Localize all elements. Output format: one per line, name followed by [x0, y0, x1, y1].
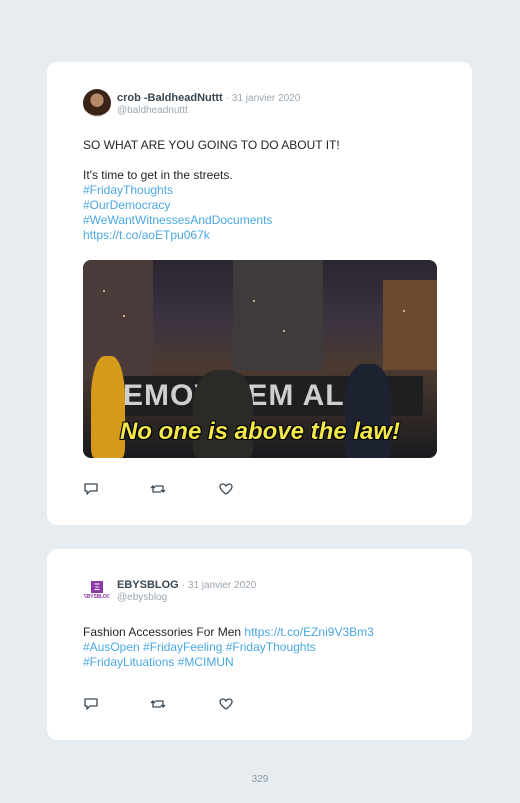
retweet-icon[interactable]	[150, 482, 166, 496]
media-caption: No one is above the law!	[119, 418, 401, 445]
author-name[interactable]: crob -BaldheadNuttt	[117, 92, 223, 104]
hashtag-link[interactable]: #FridayThoughts	[83, 183, 173, 198]
window-light	[403, 310, 405, 312]
tweet-actions	[83, 482, 243, 496]
window-light	[103, 290, 105, 292]
building	[233, 260, 323, 370]
page-number: 329	[251, 774, 269, 785]
tweet-text: Fashion Accessories For Men	[83, 625, 245, 639]
tweet-card: crob -BaldheadNuttt · 31 janvier 2020 @b…	[47, 62, 472, 525]
tweet-text-line: It's time to get in the streets.	[83, 168, 233, 182]
tweet-url-link[interactable]: https://t.co/aoETpu067k	[83, 228, 210, 243]
hashtag-link[interactable]: #AusOpen #FridayFeeling #FridayThoughts	[83, 640, 316, 655]
tweet-date[interactable]: · 31 janvier 2020	[226, 93, 301, 104]
avatar[interactable]: Ξ EBYSBLOG	[83, 576, 111, 604]
tweet-card: Ξ EBYSBLOG EBYSBLOG · 31 janvier 2020 @e…	[47, 549, 472, 740]
building	[383, 280, 437, 370]
logo-icon: Ξ	[91, 580, 103, 593]
author-name[interactable]: EBYSBLOG	[117, 579, 179, 591]
retweet-icon[interactable]	[150, 697, 166, 711]
hashtag-link[interactable]: #FridayLituations #MCIMUN	[83, 655, 234, 670]
tweet-date[interactable]: · 31 janvier 2020	[182, 580, 257, 591]
logo-text: EBYSBLOG	[83, 593, 111, 600]
window-light	[283, 330, 285, 332]
reply-icon[interactable]	[83, 482, 99, 496]
like-icon[interactable]	[218, 697, 234, 711]
author-handle[interactable]: @ebysblog	[117, 592, 167, 603]
like-icon[interactable]	[218, 482, 234, 496]
avatar[interactable]	[83, 89, 111, 117]
tweet-text-line: Fashion Accessories For Men https://t.co…	[83, 625, 374, 640]
tweet-text-line: SO WHAT ARE YOU GOING TO DO ABOUT IT!	[83, 138, 340, 152]
hashtag-link[interactable]: #OurDemocracy	[83, 198, 170, 213]
reply-icon[interactable]	[83, 697, 99, 711]
author-handle[interactable]: @baldheadnuttt	[117, 105, 188, 116]
hashtag-link[interactable]: #WeWantWitnessesAndDocuments	[83, 213, 272, 228]
tweet-url-link[interactable]: https://t.co/EZni9V3Bm3	[244, 625, 373, 639]
tweet-actions	[83, 697, 243, 711]
tweet-media-gif[interactable]: EMOV HEM AL No one is above the law!	[83, 260, 437, 458]
window-light	[253, 300, 255, 302]
window-light	[123, 315, 125, 317]
